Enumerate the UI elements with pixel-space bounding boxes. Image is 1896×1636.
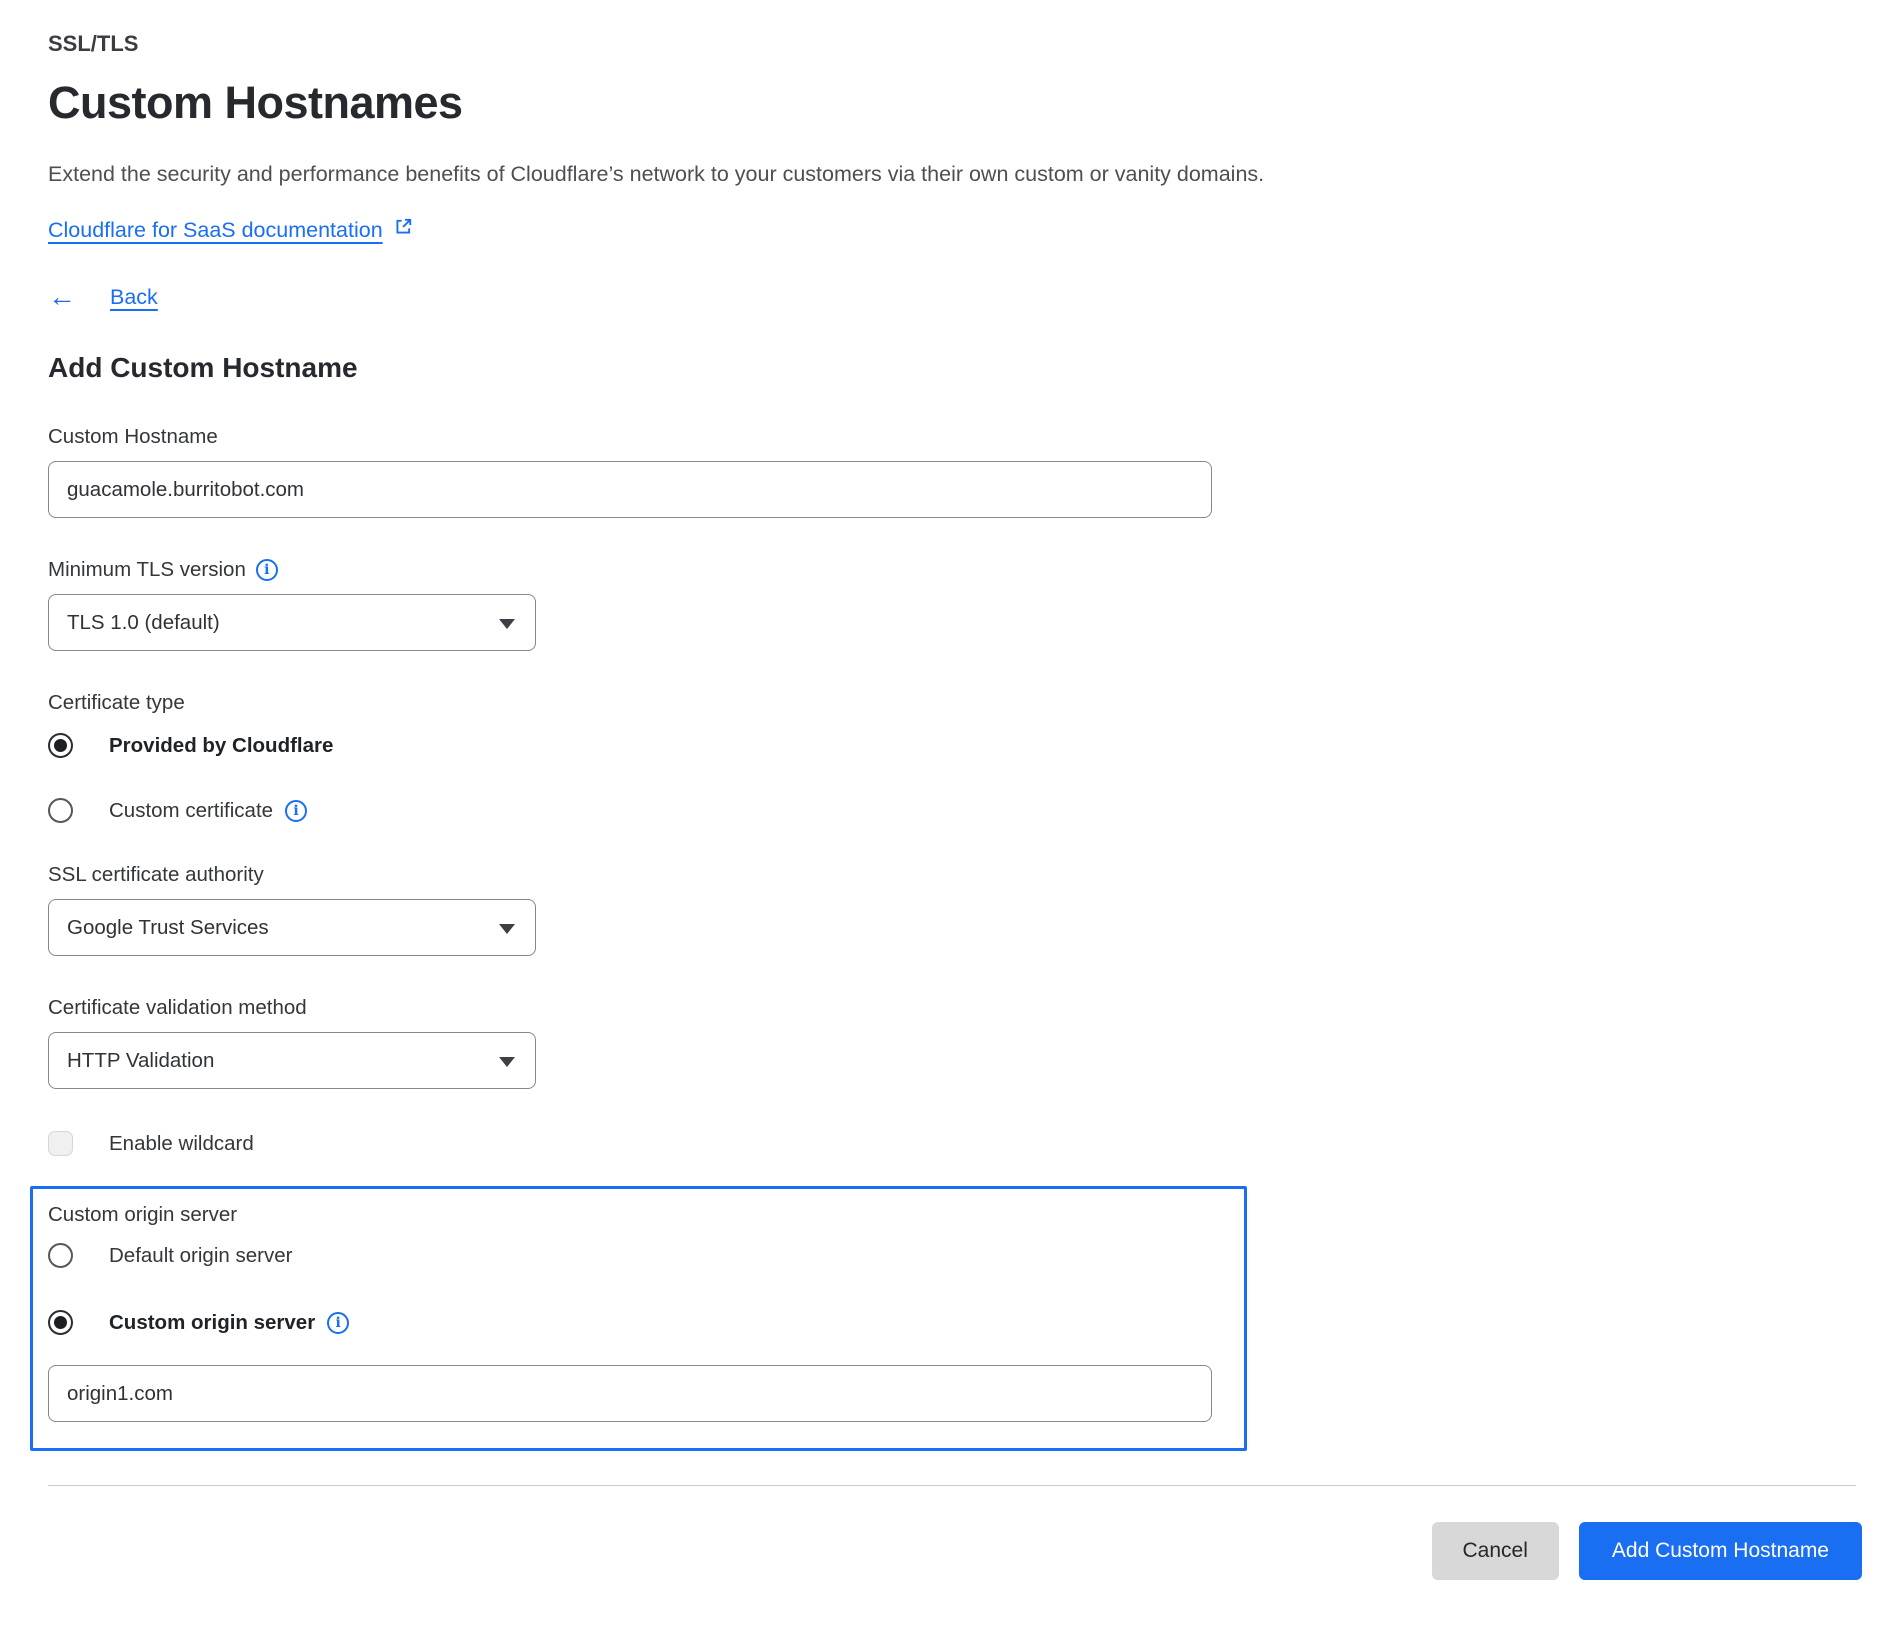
back-arrow-icon[interactable]: ← bbox=[48, 283, 76, 311]
validation-method-select[interactable]: HTTP Validation bbox=[48, 1032, 536, 1089]
radio-custom-origin-server[interactable]: Custom origin server i bbox=[48, 1310, 1212, 1335]
min-tls-selected-value: TLS 1.0 (default) bbox=[67, 611, 220, 635]
radio-default-origin-server[interactable]: Default origin server bbox=[48, 1243, 1212, 1268]
radio-custom-certificate[interactable]: Custom certificate i bbox=[48, 798, 1856, 823]
ssl-authority-selected-value: Google Trust Services bbox=[67, 916, 269, 940]
radio-button[interactable] bbox=[48, 733, 73, 758]
validation-method-label: Certificate validation method bbox=[48, 996, 1856, 1020]
radio-label[interactable]: Provided by Cloudflare bbox=[109, 734, 333, 758]
page-title: Custom Hostnames bbox=[48, 78, 1856, 128]
form-title: Add Custom Hostname bbox=[48, 351, 1856, 385]
ssl-authority-field-group: SSL certificate authority Google Trust S… bbox=[48, 863, 1856, 956]
min-tls-label: Minimum TLS version i bbox=[48, 558, 1856, 582]
back-link[interactable]: Back bbox=[110, 285, 158, 310]
radio-button[interactable] bbox=[48, 798, 73, 823]
custom-hostname-field-group: Custom Hostname bbox=[48, 425, 1856, 518]
certificate-type-label: Certificate type bbox=[48, 691, 1856, 715]
min-tls-select[interactable]: TLS 1.0 (default) bbox=[48, 594, 536, 651]
min-tls-info-icon[interactable]: i bbox=[256, 559, 278, 581]
validation-method-selected-value: HTTP Validation bbox=[67, 1049, 214, 1073]
custom-hostname-input[interactable] bbox=[48, 461, 1212, 518]
validation-method-field-group: Certificate validation method HTTP Valid… bbox=[48, 996, 1856, 1089]
custom-origin-info-icon[interactable]: i bbox=[327, 1312, 349, 1334]
footer-divider bbox=[48, 1485, 1856, 1486]
custom-origin-server-section: Custom origin server Default origin serv… bbox=[30, 1186, 1247, 1451]
chevron-down-icon bbox=[499, 1057, 515, 1067]
certificate-type-group: Certificate type Provided by Cloudflare … bbox=[48, 691, 1856, 823]
back-row: ← Back bbox=[48, 281, 1856, 313]
enable-wildcard-row[interactable]: Enable wildcard bbox=[48, 1131, 1856, 1156]
ssl-authority-label: SSL certificate authority bbox=[48, 863, 1856, 887]
cancel-button[interactable]: Cancel bbox=[1432, 1522, 1559, 1580]
custom-origin-server-input[interactable] bbox=[48, 1365, 1212, 1422]
radio-button[interactable] bbox=[48, 1243, 73, 1268]
radio-label[interactable]: Default origin server bbox=[109, 1244, 292, 1268]
add-custom-hostname-button[interactable]: Add Custom Hostname bbox=[1579, 1522, 1862, 1580]
min-tls-field-group: Minimum TLS version i TLS 1.0 (default) bbox=[48, 558, 1856, 651]
saas-documentation-link[interactable]: Cloudflare for SaaS documentation bbox=[48, 218, 383, 243]
radio-label[interactable]: Custom origin server i bbox=[109, 1311, 349, 1335]
page-description: Extend the security and performance bene… bbox=[48, 161, 1856, 187]
radio-label[interactable]: Custom certificate i bbox=[109, 799, 307, 823]
custom-hostnames-page: SSL/TLS Custom Hostnames Extend the secu… bbox=[0, 0, 1896, 1612]
enable-wildcard-label[interactable]: Enable wildcard bbox=[109, 1132, 254, 1156]
custom-origin-server-label: Custom origin server bbox=[48, 1203, 1212, 1227]
enable-wildcard-checkbox[interactable] bbox=[48, 1131, 73, 1156]
custom-certificate-info-icon[interactable]: i bbox=[285, 800, 307, 822]
radio-provided-by-cloudflare[interactable]: Provided by Cloudflare bbox=[48, 733, 1856, 758]
chevron-down-icon bbox=[499, 619, 515, 629]
doc-link-row: Cloudflare for SaaS documentation bbox=[48, 216, 1856, 244]
chevron-down-icon bbox=[499, 924, 515, 934]
breadcrumb: SSL/TLS bbox=[48, 32, 1856, 56]
custom-hostname-label: Custom Hostname bbox=[48, 425, 1856, 449]
radio-button[interactable] bbox=[48, 1310, 73, 1335]
external-link-icon[interactable] bbox=[393, 216, 414, 242]
footer-actions: Cancel Add Custom Hostname bbox=[48, 1522, 1862, 1580]
ssl-authority-select[interactable]: Google Trust Services bbox=[48, 899, 536, 956]
